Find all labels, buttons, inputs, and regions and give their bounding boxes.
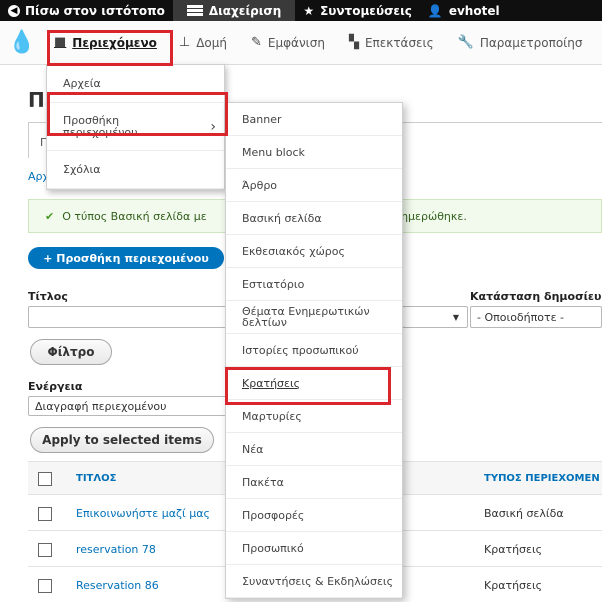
content-dropdown: Αρχεία Προσθήκη περιεχομένου › Σχόλια: [46, 64, 225, 190]
menu-content[interactable]: ■ Περιεχόμενο: [44, 21, 167, 64]
title-filter-label: Τίτλος: [28, 290, 68, 303]
back-to-site-link[interactable]: ◀ Πίσω στον ιστότοπο: [0, 0, 173, 21]
add-content-item-banner[interactable]: Banner: [226, 103, 402, 136]
add-content-item-packages[interactable]: Πακέτα: [226, 466, 402, 499]
drupal-logo-icon[interactable]: 💧: [0, 30, 44, 55]
row-title-link[interactable]: Reservation 86: [76, 579, 159, 592]
user-icon: 👤: [427, 3, 443, 18]
add-content-item-staff-stories[interactable]: Ιστορίες προσωπικού: [226, 334, 402, 367]
status-filter-select[interactable]: - Οποιοδήποτε -: [470, 306, 602, 328]
chevron-right-icon: ›: [210, 118, 216, 135]
puzzle-icon: ▚: [348, 35, 359, 50]
menu-appearance-label: Εμφάνιση: [267, 35, 325, 50]
row-title-link[interactable]: Επικοινωνήστε μαζί μας: [76, 507, 210, 520]
menu-configuration[interactable]: 🔧 Παραμετροποίησ: [446, 21, 595, 64]
title-filter-input[interactable]: [28, 306, 228, 328]
admin-menu-bar: 💧 ■ Περιεχόμενο ⊥ Δομή ✎ Εμφάνιση ▚ Επεκ…: [0, 21, 602, 65]
filter-button[interactable]: Φίλτρο: [30, 339, 112, 365]
add-content-item-news[interactable]: Νέα: [226, 433, 402, 466]
structure-icon: ⊥: [178, 35, 191, 50]
menu-content-label: Περιεχόμενο: [72, 35, 157, 50]
column-title-header[interactable]: ΤΙΤΛΟΣ: [76, 473, 116, 484]
add-content-button[interactable]: + Προσθήκη περιεχομένου: [28, 247, 224, 269]
menu-item-add-content[interactable]: Προσθήκη περιεχομένου ›: [47, 103, 224, 151]
row-checkbox[interactable]: [38, 579, 52, 593]
add-content-item-basic-page[interactable]: Βασική σελίδα: [226, 202, 402, 235]
add-content-item-offers[interactable]: Προσφορές: [226, 499, 402, 532]
row-checkbox[interactable]: [38, 507, 52, 521]
file-icon: ■: [54, 35, 67, 50]
menu-extensions-label: Επεκτάσεις: [364, 35, 434, 50]
column-type-header[interactable]: ΤΥΠΟΣ ΠΕΡΙΕΧΟΜΕΝ: [484, 473, 600, 484]
shortcuts-label: Συντομεύσεις: [320, 3, 412, 18]
back-to-site-label: Πίσω στον ιστότοπο: [25, 3, 165, 18]
menu-item-add-content-label: Προσθήκη περιεχομένου: [63, 113, 138, 139]
menu-appearance[interactable]: ✎ Εμφάνιση: [239, 21, 337, 64]
row-type: Κρατήσεις: [484, 543, 543, 556]
add-content-item-testimonials[interactable]: Μαρτυρίες: [226, 400, 402, 433]
wrench-icon: 🔧: [457, 35, 474, 50]
menu-item-comments[interactable]: Σχόλια: [47, 151, 224, 189]
action-select[interactable]: Διαγραφή περιεχομένου: [28, 396, 228, 416]
add-content-item-meetings-events[interactable]: Συναντήσεις & Εκδηλώσεις: [226, 565, 402, 598]
add-content-item-article[interactable]: Άρθρο: [226, 169, 402, 202]
row-checkbox[interactable]: [38, 543, 52, 557]
menu-structure-label: Δομή: [196, 35, 228, 50]
add-content-item-restaurant[interactable]: Εστιατόριο: [226, 268, 402, 301]
manage-tab[interactable]: Διαχείριση: [172, 0, 296, 21]
row-type: Κρατήσεις: [484, 579, 543, 592]
menu-configuration-label: Παραμετροποίησ: [479, 35, 583, 50]
back-icon: ◀: [8, 4, 20, 17]
hamburger-icon: [186, 5, 203, 16]
brush-icon: ✎: [251, 35, 262, 50]
user-tab[interactable]: 👤 evhotel: [420, 0, 508, 21]
add-content-item-newsletter-topics[interactable]: Θέματα Ενημερωτικών δελτίων: [226, 301, 402, 334]
user-label: evhotel: [448, 3, 500, 18]
check-icon: ✔: [45, 209, 55, 223]
type-filter-select[interactable]: ▼: [402, 306, 468, 328]
manage-label: Διαχείριση: [208, 3, 282, 18]
menu-structure[interactable]: ⊥ Δομή: [167, 21, 239, 64]
status-message-start: Ο τύπος Βασική σελίδα με: [62, 209, 207, 223]
chevron-down-icon: ▼: [452, 312, 459, 322]
add-content-item-staff[interactable]: Προσωπικό: [226, 532, 402, 565]
select-all-checkbox[interactable]: [38, 472, 52, 486]
menu-item-files[interactable]: Αρχεία: [47, 65, 224, 103]
add-content-item-menu-block[interactable]: Menu block: [226, 136, 402, 169]
row-title-link[interactable]: reservation 78: [76, 543, 156, 556]
add-content-item-reservations[interactable]: Κρατήσεις: [226, 367, 402, 400]
action-label: Ενέργεια: [28, 380, 83, 393]
add-content-dropdown: Banner Menu block Άρθρο Βασική σελίδα Εκ…: [225, 102, 403, 599]
apply-selected-button[interactable]: Apply to selected items: [30, 427, 214, 453]
star-icon: ★: [303, 3, 315, 18]
toolbar: ◀ Πίσω στον ιστότοπο Διαχείριση ★ Συντομ…: [0, 0, 602, 21]
add-content-item-exhibition-space[interactable]: Εκθεσιακός χώρος: [226, 235, 402, 268]
shortcuts-tab[interactable]: ★ Συντομεύσεις: [295, 0, 420, 21]
row-type: Βασική σελίδα: [484, 507, 564, 520]
status-filter-label: Κατάσταση δημοσίευ: [470, 290, 602, 303]
menu-extensions[interactable]: ▚ Επεκτάσεις: [337, 21, 446, 64]
